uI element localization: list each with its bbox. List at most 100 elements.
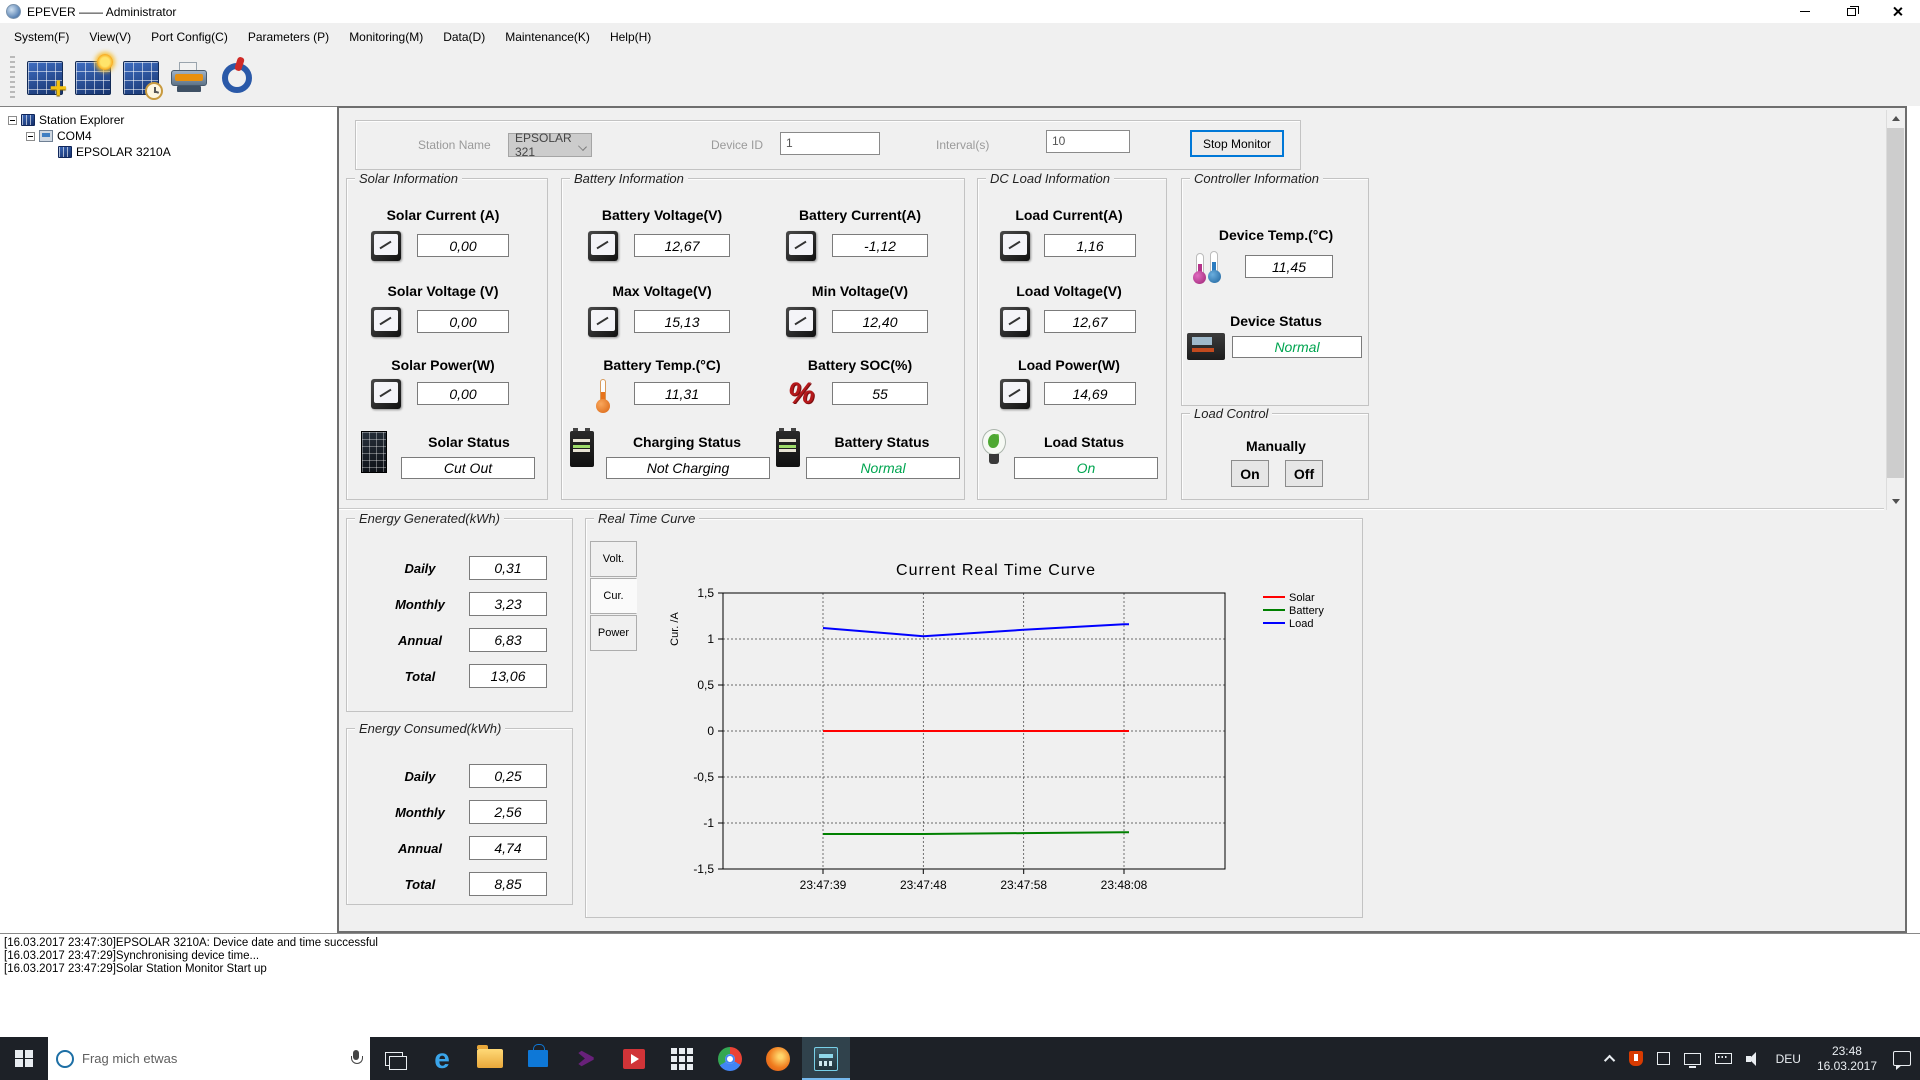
collapse-icon[interactable] (8, 115, 17, 125)
language-indicator[interactable]: DEU (1769, 1037, 1808, 1080)
svg-text:1: 1 (707, 632, 714, 646)
task-view-button[interactable] (370, 1037, 418, 1080)
window-controls (1782, 0, 1920, 23)
battery-temp-value: 11,31 (634, 382, 730, 405)
scrollbar-thumb[interactable] (1887, 128, 1904, 478)
taskbar-app-chrome[interactable] (706, 1037, 754, 1080)
menu-view[interactable]: View(V) (79, 26, 141, 48)
tray-chevron-button[interactable] (1600, 1037, 1622, 1080)
charging-status-value: Not Charging (606, 457, 770, 479)
battery-soc-value: 55 (832, 382, 928, 405)
controller-icon (1187, 333, 1225, 360)
device-monitor-panel: Station Name EPSOLAR 321 Device ID 1 Int… (337, 106, 1907, 933)
meter-icon (1000, 379, 1030, 409)
taskbar-app-edge[interactable] (418, 1037, 466, 1080)
windows-taskbar: Frag mich etwas DEU 23:48 16.03.2017 (0, 1037, 1920, 1080)
interval-field[interactable]: 10 (1046, 130, 1130, 153)
daily-label: Daily (404, 561, 436, 576)
vertical-scrollbar[interactable] (1886, 110, 1904, 510)
collapse-icon[interactable] (26, 131, 35, 141)
notification-icon (1893, 1051, 1911, 1070)
tray-defender[interactable] (1622, 1037, 1650, 1080)
taskbar-app-visual-studio[interactable] (562, 1037, 610, 1080)
tree-item-epsolar-3210a[interactable]: EPSOLAR 3210A (58, 144, 171, 160)
log-line: [16.03.2017 23:47:29]Synchronising devic… (4, 950, 260, 962)
taskbar-app-grid[interactable] (658, 1037, 706, 1080)
start-button[interactable] (0, 1037, 48, 1080)
exit-button[interactable] (213, 54, 261, 102)
station-name-select[interactable]: EPSOLAR 321 (508, 131, 592, 159)
taskbar-app-file-explorer[interactable] (466, 1037, 514, 1080)
tray-touch-keyboard[interactable] (1708, 1037, 1739, 1080)
solar-current-label: Solar Current (A) (386, 207, 500, 223)
svg-text:Current Real Time Curve: Current Real Time Curve (896, 562, 1096, 579)
menu-maintenance[interactable]: Maintenance(K) (495, 26, 600, 48)
load-off-button[interactable]: Off (1285, 460, 1323, 487)
scroll-down-button[interactable] (1887, 493, 1904, 510)
device-id-field[interactable]: 1 (780, 132, 880, 155)
group-title: Battery Information (570, 171, 688, 186)
tray-display[interactable] (1677, 1037, 1708, 1080)
print-button[interactable] (165, 54, 213, 102)
menu-help[interactable]: Help(H) (600, 26, 661, 48)
taskbar-clock[interactable]: 23:48 16.03.2017 (1808, 1044, 1886, 1074)
solar-status-value: Cut Out (401, 457, 535, 479)
tray-background-app[interactable] (1650, 1037, 1677, 1080)
menu-parameters[interactable]: Parameters (P) (238, 26, 339, 48)
battery-temp-label: Battery Temp.(°C) (603, 357, 721, 373)
load-status-label: Load Status (1043, 434, 1125, 450)
load-on-button[interactable]: On (1231, 460, 1269, 487)
menu-data[interactable]: Data(D) (433, 26, 495, 48)
meter-icon (786, 231, 816, 261)
svg-text:Cur. /A: Cur. /A (669, 612, 681, 646)
restore-button[interactable] (1828, 0, 1874, 23)
firefox-icon (766, 1046, 790, 1071)
taskbar-search[interactable]: Frag mich etwas (48, 1037, 370, 1080)
taskbar-app-movies[interactable] (610, 1037, 658, 1080)
station-monitor-button[interactable] (69, 54, 117, 102)
display-icon (1683, 1052, 1701, 1068)
menu-system[interactable]: System(F) (4, 26, 79, 48)
action-center-button[interactable] (1886, 1037, 1918, 1080)
battery-information-group: Battery Information Battery Voltage(V) 1… (561, 171, 965, 500)
tree-item-station-explorer[interactable]: Station Explorer (8, 112, 124, 128)
meter-icon (588, 231, 618, 261)
taskbar-app-firefox[interactable] (754, 1037, 802, 1080)
microphone-icon[interactable] (350, 1049, 363, 1068)
chevron-down-icon (578, 142, 587, 151)
device-id-label: Device ID (711, 138, 764, 152)
shield-icon (1628, 1051, 1643, 1066)
tree-item-com4[interactable]: COM4 (26, 128, 92, 144)
taskbar-app-store[interactable] (514, 1037, 562, 1080)
solar-current-value: 0,00 (417, 234, 509, 257)
device-temp-value: 11,45 (1245, 255, 1333, 278)
load-control-group: Load Control Manually On Off (1181, 406, 1369, 500)
minimize-button[interactable] (1782, 0, 1828, 23)
group-title: Controller Information (1190, 171, 1323, 186)
svg-text:23:47:58: 23:47:58 (1000, 878, 1047, 892)
charging-status-label: Charging Status (632, 434, 742, 450)
stop-monitor-button[interactable]: Stop Monitor (1190, 130, 1284, 157)
taskbar-app-epever-active[interactable] (802, 1037, 850, 1080)
menu-port-config[interactable]: Port Config(C) (141, 26, 238, 48)
edge-icon (434, 1045, 450, 1073)
device-icon (58, 146, 72, 158)
battery-status-value: Normal (806, 457, 960, 479)
daily-label: Daily (404, 769, 436, 784)
monthly-consumed-value: 2,56 (469, 800, 547, 824)
add-station-button[interactable] (21, 54, 69, 102)
svg-text:-1,5: -1,5 (693, 862, 714, 876)
group-title: Load Control (1190, 406, 1273, 421)
solar-panel-icon (361, 431, 387, 473)
tray-volume[interactable] (1739, 1037, 1769, 1080)
svg-text:1,5: 1,5 (697, 586, 714, 600)
device-time-button[interactable] (117, 54, 165, 102)
menu-monitoring[interactable]: Monitoring(M) (339, 26, 433, 48)
annual-label: Annual (397, 633, 443, 648)
app-grid-icon (671, 1047, 693, 1070)
store-bag-icon (528, 1044, 548, 1067)
close-button[interactable] (1874, 0, 1920, 23)
min-voltage-value: 12,40 (832, 310, 928, 333)
scroll-up-button[interactable] (1887, 110, 1904, 127)
min-voltage-label: Min Voltage(V) (811, 283, 909, 299)
